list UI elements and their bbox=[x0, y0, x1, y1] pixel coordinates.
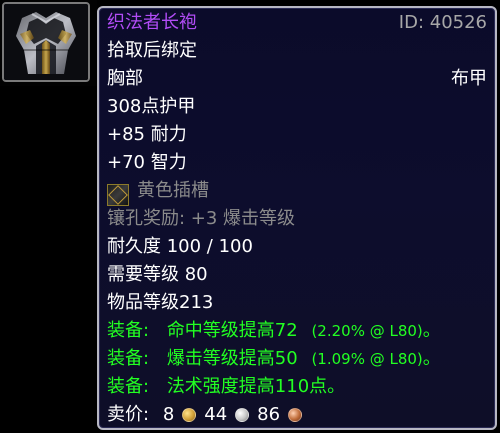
armor-type: 布甲 bbox=[451, 68, 487, 89]
sell-label: 卖价: bbox=[107, 404, 150, 425]
yellow-socket-icon bbox=[107, 184, 129, 206]
slot-row: 胸部 布甲 bbox=[107, 66, 487, 92]
cloth-robe-icon bbox=[2, 2, 90, 82]
copper-amount: 86 bbox=[257, 404, 281, 425]
gold-amount: 8 bbox=[162, 404, 175, 425]
item-tooltip: 织法者长袍 ID: 40526 拾取后绑定 胸部 布甲 308点护甲 +85 耐… bbox=[97, 6, 497, 430]
armor-value: 308点护甲 bbox=[107, 96, 196, 117]
copper-coin-icon bbox=[288, 408, 303, 422]
equip-paren: (1.09% @ L80) bbox=[311, 350, 423, 368]
cloth-robe-icon-graphic bbox=[4, 4, 88, 80]
item-id: ID: 40526 bbox=[398, 12, 487, 33]
equip-paren: (2.20% @ L80) bbox=[311, 322, 423, 340]
title-row: 织法者长袍 ID: 40526 bbox=[107, 10, 487, 36]
equip-tail: 。 bbox=[422, 348, 441, 369]
durability: 耐久度 100 / 100 bbox=[107, 236, 253, 257]
equip-effect-2: 装备: 爆击等级提高50 (1.09% @ L80)。 bbox=[107, 346, 487, 372]
equip-prefix: 装备: bbox=[107, 348, 150, 369]
equip-tail: 。 bbox=[422, 320, 441, 341]
sell-price-row: 卖价: 8 44 86 bbox=[107, 402, 487, 428]
equip-effect-3: 装备: 法术强度提高110点。 bbox=[107, 374, 487, 400]
item-icon-panel bbox=[0, 0, 97, 86]
equip-prefix: 装备: bbox=[107, 320, 150, 341]
stat-2: +70 智力 bbox=[107, 152, 187, 173]
item-level: 物品等级213 bbox=[107, 292, 214, 313]
equip-effect-1: 装备: 命中等级提高72 (2.20% @ L80)。 bbox=[107, 318, 487, 344]
required-level: 需要等级 80 bbox=[107, 264, 208, 285]
bind-text: 拾取后绑定 bbox=[107, 40, 197, 61]
equip-text: 爆击等级提高50 bbox=[166, 348, 298, 369]
silver-amount: 44 bbox=[204, 404, 228, 425]
equip-prefix: 装备: bbox=[107, 376, 150, 397]
item-tooltip-screenshot: 织法者长袍 ID: 40526 拾取后绑定 胸部 布甲 308点护甲 +85 耐… bbox=[0, 0, 500, 433]
socket-label: 黄色插槽 bbox=[137, 180, 209, 201]
silver-coin-icon bbox=[235, 408, 250, 422]
equip-text: 法术强度提高110点。 bbox=[166, 376, 346, 397]
stat-1: +85 耐力 bbox=[107, 124, 187, 145]
item-name: 织法者长袍 bbox=[107, 12, 197, 33]
gold-coin-icon bbox=[182, 408, 197, 422]
sell-money: 8 44 86 bbox=[162, 402, 303, 428]
socket-bonus: 镶孔奖励: +3 爆击等级 bbox=[107, 208, 296, 229]
equip-text: 命中等级提高72 bbox=[166, 320, 298, 341]
slot: 胸部 bbox=[107, 68, 143, 89]
